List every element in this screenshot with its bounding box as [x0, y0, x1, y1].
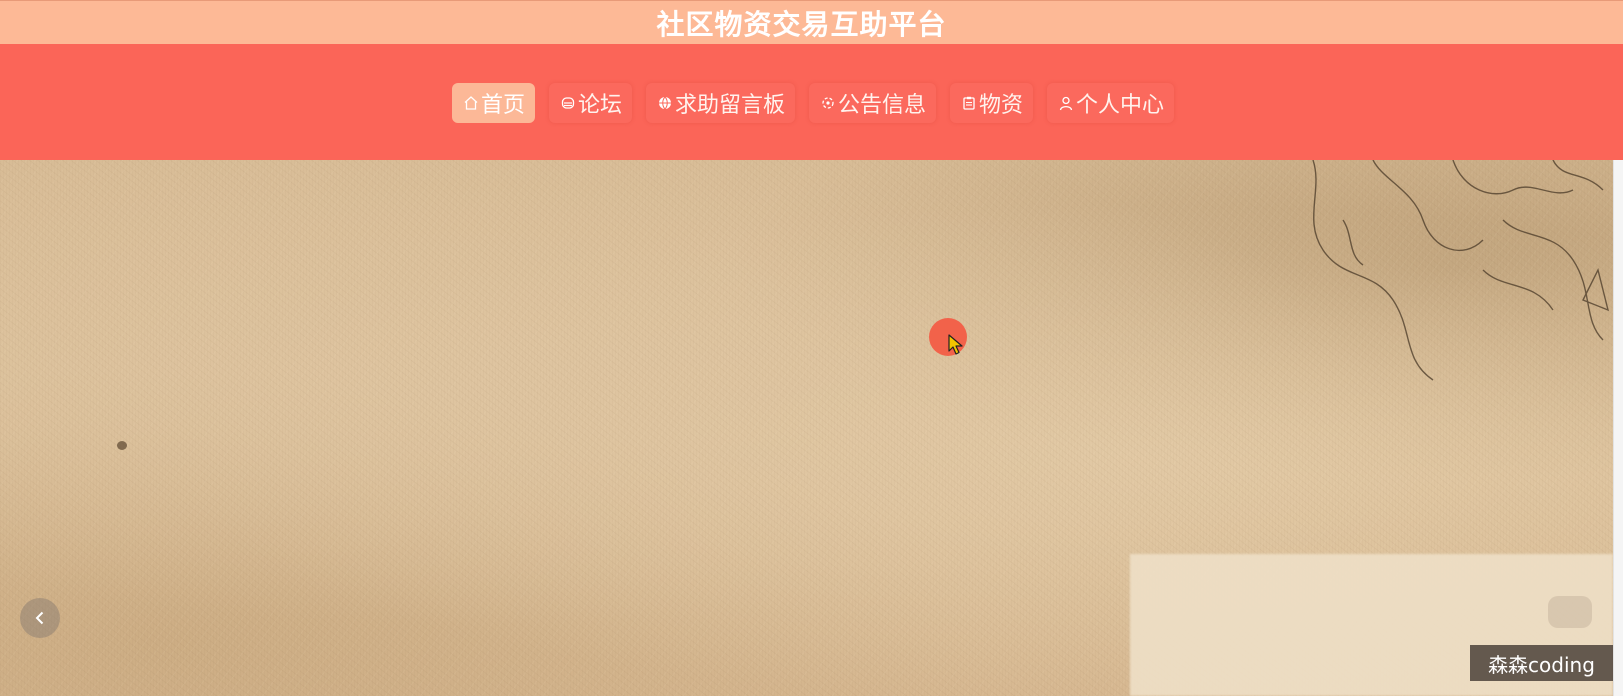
- nav-item-supplies[interactable]: 物资: [950, 83, 1033, 123]
- nav-item-forum[interactable]: 论坛: [549, 83, 632, 123]
- carousel-prev-button[interactable]: [20, 598, 60, 638]
- nav-item-label: 论坛: [577, 93, 622, 118]
- clipboard-icon: [960, 94, 978, 112]
- site-title: 社区物资交易互助平台: [656, 7, 947, 41]
- mouse-cursor-icon: [948, 334, 963, 355]
- page-scrollbar[interactable]: [1613, 160, 1623, 696]
- nav-bar: 首页 论坛 求助留言板 公告信息 物资 个人中心: [0, 44, 1623, 160]
- nav-item-label: 公告信息: [838, 93, 927, 118]
- nav-item-label: 个人中心: [1076, 93, 1165, 118]
- home-icon: [462, 94, 480, 112]
- banner-carousel[interactable]: [0, 160, 1613, 696]
- nav-item-profile[interactable]: 个人中心: [1047, 83, 1174, 123]
- forum-icon: [559, 94, 577, 112]
- blurred-indicator: [1548, 596, 1592, 628]
- nav-item-label: 求助留言板: [674, 93, 785, 118]
- globe-icon: [656, 94, 674, 112]
- nav-list: 首页 论坛 求助留言板 公告信息 物资 个人中心: [451, 83, 1174, 123]
- ink-sketch-decoration: [1312, 160, 1610, 381]
- notice-icon: [819, 94, 837, 112]
- chevron-left-icon: [35, 611, 44, 625]
- watermark: 森森coding: [1470, 645, 1613, 681]
- user-icon: [1057, 94, 1075, 112]
- texture-speck: [117, 441, 127, 450]
- nav-item-notice[interactable]: 公告信息: [809, 83, 936, 123]
- nav-item-home[interactable]: 首页: [451, 83, 535, 123]
- nav-item-help-board[interactable]: 求助留言板: [646, 83, 795, 123]
- title-bar: 社区物资交易互助平台: [0, 0, 1623, 44]
- nav-item-label: 首页: [480, 93, 525, 118]
- nav-item-label: 物资: [979, 93, 1024, 118]
- page: 社区物资交易互助平台 首页 论坛 求助留言板 公告信息 物资 个人中心 森森co…: [0, 0, 1623, 696]
